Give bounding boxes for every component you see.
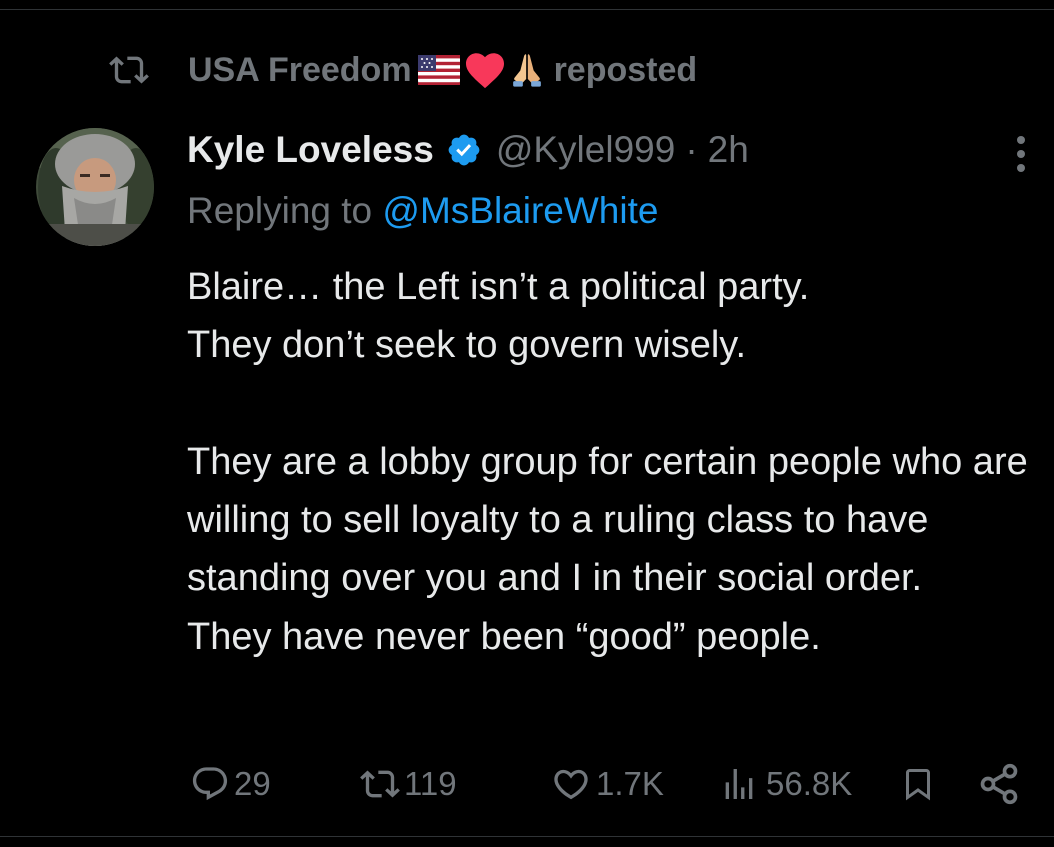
avatar-image <box>36 128 154 246</box>
share-button[interactable] <box>976 760 1022 808</box>
author-name[interactable]: Kyle Loveless <box>187 129 434 171</box>
like-count: 1.7K <box>596 765 664 802</box>
reposted-label: reposted <box>553 50 698 89</box>
verified-badge-icon <box>448 134 480 166</box>
repost-count: 119 <box>404 765 457 802</box>
separator-dot: · <box>685 129 698 170</box>
reply-count: 29 <box>234 765 271 802</box>
more-options-icon[interactable] <box>1010 134 1032 174</box>
repost-icon <box>360 770 400 798</box>
share-icon <box>980 763 1018 805</box>
replying-to-label: Replying to <box>187 190 373 231</box>
avatar[interactable] <box>36 128 154 246</box>
views-icon <box>725 769 753 799</box>
tweet-time[interactable]: 2h <box>708 129 749 171</box>
repost-icon <box>109 56 149 84</box>
folded-hands-icon <box>512 54 541 87</box>
top-divider <box>0 9 1054 10</box>
tweet-header: Kyle Loveless @Kylel999 · 2h <box>187 124 749 176</box>
us-flag-icon <box>417 55 460 85</box>
reposter-emojis <box>417 51 544 89</box>
tweet-text: Blaire… the Left isn’t a political party… <box>187 266 1028 658</box>
bookmark-icon <box>906 769 930 801</box>
like-icon <box>554 769 588 800</box>
views-button[interactable]: 56.8K <box>718 760 852 808</box>
views-count: 56.8K <box>766 765 853 802</box>
replying-to: Replying to @MsBlaireWhite <box>187 190 658 232</box>
bookmark-button[interactable] <box>900 760 936 808</box>
red-heart-icon <box>465 53 504 89</box>
action-bar: 29 119 1.7K 56.8K <box>0 760 1054 808</box>
repost-header: USA Freedom reposted <box>106 46 697 94</box>
repost-button[interactable]: 119 <box>358 760 457 808</box>
like-button[interactable]: 1.7K <box>550 760 664 808</box>
reply-button[interactable]: 29 <box>190 760 271 808</box>
reply-icon <box>192 767 228 801</box>
bottom-divider <box>0 836 1054 837</box>
reply-mention-link[interactable]: @MsBlaireWhite <box>382 190 658 231</box>
author-handle[interactable]: @Kylel999 <box>496 129 676 171</box>
reposter-name[interactable]: USA Freedom <box>188 51 412 90</box>
